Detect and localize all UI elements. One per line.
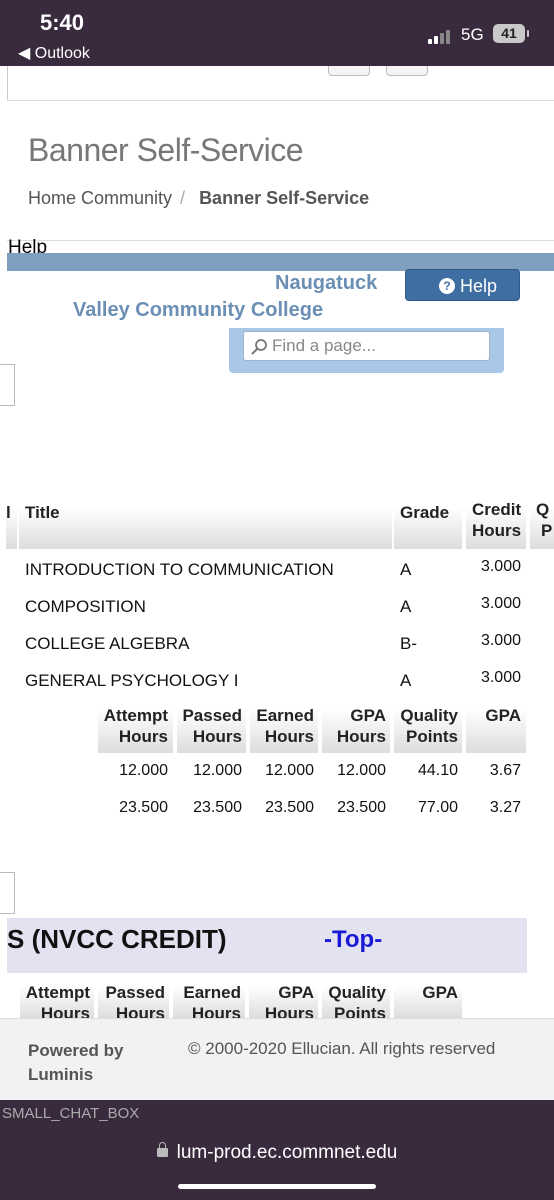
top-link[interactable]: -Top- [324,926,382,954]
header-grade: Grade [400,503,450,522]
totals-quality-points: 44.10 [417,762,458,779]
header-credit-hours: Hours [472,521,522,540]
college-name-line2: Valley Community College [73,299,324,321]
network-type: 5G [461,25,484,44]
back-to-app-link[interactable]: ◀ Outlook [18,43,90,63]
header-partial-p: P [541,521,553,540]
copyright: © 2000-2020 Ellucian. All rights reserve… [188,1039,496,1058]
header-earned: Earned [256,706,314,725]
header-gpa-hours-top: GPA [350,706,386,725]
header-gpa-hours-top: GPA [278,983,314,1002]
header-title: Title [25,503,60,522]
browser-url-bar[interactable]: lum-prod.ec.commnet.edu [0,1128,554,1200]
header-quality: Quality [400,706,458,725]
college-name-line1: Naugatuck [275,272,378,294]
breadcrumb-current: Banner Self-Service [199,188,370,208]
header-passed: Passed [182,706,242,725]
clock: 5:40 [40,10,85,35]
header-gpa-hours: Hours [336,727,386,746]
url-text: lum-prod.ec.commnet.edu [176,1142,398,1163]
course-title: COMPOSITION [25,597,146,616]
signal-icon [428,28,454,44]
side-panel-edge [0,364,15,406]
table-header-partial: l [6,503,11,522]
side-panel-edge [0,872,15,914]
totals-attempt: 12.000 [119,762,168,779]
web-content: Banner Self-Service Home Community / Banne… [0,66,554,1100]
header-quality: Quality [328,983,386,1002]
lock-icon [156,1142,168,1158]
course-grade: B- [400,634,417,653]
header-passed-hours: Hours [192,727,242,746]
breadcrumb: Home Community / Banner Self-Service [28,188,370,208]
totals-earned: 12.000 [265,762,314,779]
totals-attempt: 23.500 [119,799,168,816]
course-grade: A [400,597,412,616]
top-toolbar-button[interactable] [386,66,428,76]
header-gpa: GPA [485,706,521,725]
page-title: Banner Self-Service [28,132,304,168]
divider [7,66,8,100]
search-input[interactable]: Find a page... [243,331,490,361]
help-button[interactable]: ? Help [405,269,520,301]
section-title: S (NVCC CREDIT) [7,924,227,954]
header-credit: Credit [472,500,522,519]
header-attempt: Attempt [25,983,90,1002]
header-attempt: Attempt [103,706,168,725]
totals-gpa: 3.67 [489,762,521,779]
page-footer: Powered by Luminis © 2000-2020 Ellucian.… [0,1018,554,1100]
totals-gpa-hours: 12.000 [337,762,386,779]
course-title: GENERAL PSYCHOLOGY I [25,671,239,690]
search-icon [251,339,267,355]
header-earned-hours: Hours [264,727,314,746]
chat-box[interactable]: SMALL_CHAT_BOX [0,1100,554,1128]
course-credit: 3.000 [480,595,521,612]
course-grade: A [400,671,412,690]
totals-gpa-hours: 23.500 [337,799,386,816]
powered-by: Powered by Luminis [28,1041,124,1084]
header-quality-points: Points [406,727,458,746]
question-icon: ? [439,278,455,294]
divider [7,100,554,101]
help-button-label: Help [460,276,498,296]
back-app-label: Outlook [34,45,90,62]
breadcrumb-home-link[interactable]: Home Community [28,188,172,208]
course-credit: 3.000 [480,632,521,649]
course-credit: 3.000 [480,669,521,686]
course-grade: A [400,560,412,579]
top-toolbar-button[interactable] [328,66,370,76]
course-title: INTRODUCTION TO COMMUNICATION [25,560,334,579]
totals-passed: 12.000 [193,762,242,779]
header-attempt-hours: Hours [118,727,168,746]
divider [7,240,554,241]
totals-earned: 23.500 [265,799,314,816]
totals-quality-points: 77.00 [417,799,458,816]
home-indicator[interactable] [178,1184,376,1189]
totals-gpa: 3.27 [489,799,521,816]
header-gpa: GPA [422,983,458,1002]
header-passed: Passed [105,983,165,1002]
course-title: COLLEGE ALGEBRA [25,634,190,653]
header-earned: Earned [183,983,241,1002]
status-bar: 5:40 ◀ Outlook 5G 41 [0,0,554,66]
table-header-cell [19,507,392,549]
header-partial-q: Q [536,500,550,519]
course-credit: 3.000 [480,558,521,575]
battery-icon: 41 [493,24,529,43]
totals-passed: 23.500 [193,799,242,816]
